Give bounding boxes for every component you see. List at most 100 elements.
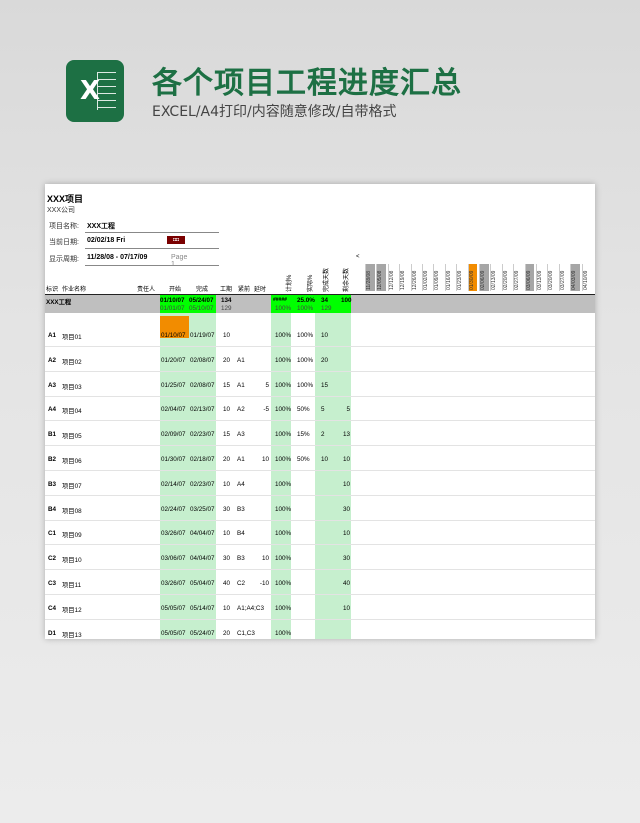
cell-finish: 04/04/07: [190, 555, 215, 563]
date-badge: ◘◘: [167, 236, 185, 244]
cell-duration: 10: [223, 332, 231, 339]
baseline-start: 01/01/07: [160, 305, 185, 312]
row-divider: [45, 445, 595, 447]
display-period-value[interactable]: 11/28/08 - 07/17/09: [87, 254, 147, 261]
cell-done: 15: [321, 381, 329, 389]
scroll-left-icon[interactable]: <: [356, 254, 360, 260]
cell-duration: 15: [223, 381, 231, 389]
cell-duration: 15: [223, 431, 231, 439]
project-title: XXX项目: [47, 194, 84, 204]
cell-name: 项目03: [62, 383, 82, 391]
cell-finish: 02/18/07: [190, 456, 215, 463]
cell-name: 项目07: [62, 482, 82, 490]
cell-actual: 15%: [297, 431, 310, 439]
cell-id: A2: [48, 356, 57, 364]
header-name: 作业名称: [62, 287, 87, 293]
spreadsheet-preview: XXX项目 XXX公司 项目名称: XXX工程 当前日期: 02/02/18 F…: [45, 184, 595, 639]
cell-planned: 100%: [275, 406, 292, 414]
cell-pred: A1: [237, 456, 245, 463]
cell-pred: B3: [237, 555, 245, 563]
cell-pred: A1;A4;C3: [237, 604, 264, 612]
excel-icon: X: [66, 60, 124, 122]
current-date-value[interactable]: 02/02/18 Fri: [87, 237, 125, 244]
header-slack: 延时: [254, 287, 267, 293]
row-divider: [45, 494, 595, 496]
cell-actual: 100%: [297, 332, 314, 339]
cell-start: 03/26/07: [161, 530, 186, 538]
cell-id: B2: [48, 456, 57, 463]
cell-planned: 100%: [275, 604, 292, 612]
cell-planned: 100%: [275, 431, 292, 439]
cell-id: D1: [48, 629, 57, 637]
cell-start: 01/30/07: [161, 456, 186, 463]
cell-duration: 10: [223, 480, 231, 488]
cell-done: 20: [321, 356, 329, 364]
cell-finish: 02/23/07: [190, 480, 215, 488]
cell-actual: 50%: [297, 456, 310, 463]
row-divider: [45, 544, 595, 546]
cell-duration: 30: [223, 505, 231, 513]
cell-slack: -5: [263, 406, 269, 414]
cell-name: 项目05: [62, 433, 82, 441]
cell-finish: 05/04/07: [190, 580, 215, 587]
cell-id: C4: [48, 604, 57, 612]
baseline-planned: 100%: [275, 305, 292, 312]
cell-planned: 100%: [275, 530, 292, 538]
cell-name: 项目10: [62, 557, 82, 565]
cell-duration: 20: [223, 356, 231, 364]
cell-start: 05/05/07: [161, 629, 186, 637]
summary-finish: 05/24/07: [189, 297, 214, 304]
baseline-finish: 05/10/07: [189, 305, 214, 312]
cell-actual: 100%: [297, 381, 314, 389]
cell-finish: 04/04/07: [190, 530, 215, 538]
cell-planned: 100%: [275, 505, 292, 513]
cell-id: B1: [48, 431, 57, 439]
row-divider: [45, 370, 595, 372]
cell-start: 03/26/07: [161, 580, 186, 587]
page-title: 各个项目工程进度汇总: [152, 66, 462, 101]
cell-planned: 100%: [275, 555, 292, 563]
cell-remain: 10: [342, 456, 350, 463]
cell-pred: B4: [237, 530, 245, 538]
cell-planned: 100%: [275, 480, 292, 488]
baseline-done-days: 129: [321, 305, 332, 312]
cell-pred: A2: [237, 406, 245, 414]
cell-start: 02/04/07: [161, 406, 186, 414]
row-divider: [45, 470, 595, 471]
cell-pred: A4: [237, 480, 245, 488]
cell-id: A4: [48, 406, 57, 414]
cell-planned: 100%: [275, 580, 292, 587]
cell-start: 01/25/07: [161, 381, 186, 389]
company-name: XXX公司: [47, 207, 76, 214]
cell-duration: 30: [223, 555, 231, 563]
row-divider: [45, 594, 595, 595]
cell-remain: 30: [342, 555, 350, 563]
cell-id: A3: [48, 381, 57, 389]
cell-remain: 10: [342, 530, 350, 538]
cell-slack: 10: [261, 555, 269, 563]
cell-start: 03/06/07: [161, 555, 186, 563]
project-name-value[interactable]: XXX工程: [87, 221, 115, 231]
header-predecessor: 紧前: [238, 287, 251, 293]
cell-actual: 100%: [297, 356, 314, 364]
header-duration: 工期: [220, 287, 233, 293]
cell-remain: 40: [342, 580, 350, 587]
cell-planned: 100%: [275, 381, 292, 389]
cell-done: 5: [321, 406, 325, 414]
cell-planned: 100%: [275, 629, 292, 637]
cell-remain: 10: [342, 480, 350, 488]
column-header-row: 标识 作业名称 责任人 开始 完成 工期 紧前 延时: [45, 284, 595, 295]
header-owner: 责任人: [137, 287, 156, 293]
cell-slack: 5: [265, 381, 269, 389]
cell-id: B4: [48, 505, 57, 513]
cell-name: 项目12: [62, 606, 82, 614]
cell-planned: 100%: [275, 332, 292, 339]
cell-name: 项目01: [62, 334, 82, 341]
cell-done: 2: [321, 431, 325, 439]
summary-duration: 134: [221, 297, 232, 304]
cell-finish: 02/08/07: [190, 356, 215, 364]
cell-pred: A1: [237, 381, 245, 389]
row-divider: [45, 618, 595, 620]
cell-start: 01/10/07: [161, 332, 186, 339]
summary-name: XXX工程: [46, 299, 72, 306]
